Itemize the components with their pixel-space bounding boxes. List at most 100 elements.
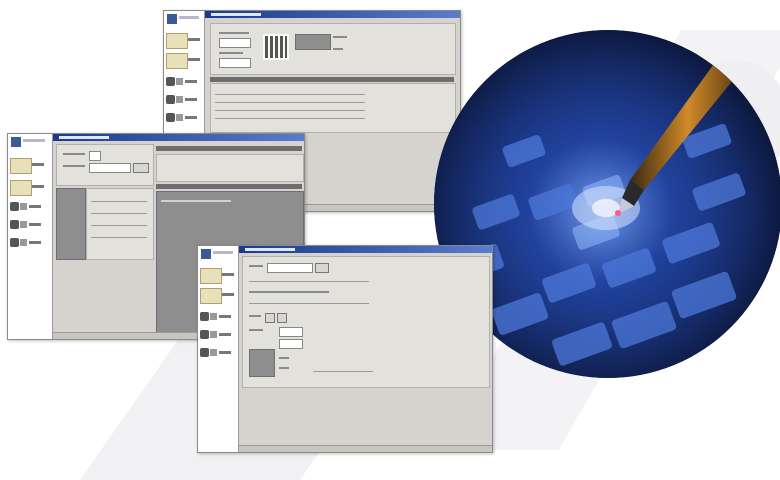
user-icon [200,330,209,339]
sidebar-item[interactable] [200,310,236,326]
option-button[interactable] [277,313,287,323]
thumbnail-icon [10,180,32,196]
user-icon [10,220,19,229]
sidebar-item[interactable] [200,268,236,284]
app-logo-text [179,16,199,19]
field-label [333,36,347,38]
sidebar-item-label [185,80,197,83]
sidebar-item[interactable] [200,288,236,304]
sidebar-item[interactable] [200,346,236,362]
sidebar-item[interactable] [10,158,50,174]
document-icon [176,114,183,121]
user-icon [166,77,175,86]
user-icon [166,95,175,104]
divider [313,371,373,372]
sidebar-item[interactable] [166,53,202,69]
status-bar [239,445,492,452]
field-label [249,265,263,267]
divider [249,303,369,304]
sidebar-item-label [185,116,197,119]
sidebar-item-label [185,98,197,101]
field-label [249,315,261,317]
text-field[interactable] [89,163,131,173]
field-label [279,357,289,359]
text-field[interactable] [219,58,251,68]
sidebar-item-label [219,351,231,354]
window-title [59,136,109,139]
user-icon [10,202,19,211]
app-logo-icon [201,249,211,259]
sidebar-item-label [222,273,234,276]
table-panel [210,83,456,133]
app-logo-text [213,251,233,254]
user-icon [166,113,175,122]
user-icon [200,312,209,321]
search-field[interactable] [267,263,313,273]
sidebar-item[interactable] [166,93,202,109]
search-button[interactable] [315,263,329,273]
barcode-image [263,34,289,60]
thumbnail-icon [200,288,222,304]
sidebar-item[interactable] [10,218,50,234]
table-row [215,102,365,103]
field-label [279,367,289,369]
grid-row [91,225,147,226]
sidebar-item[interactable] [166,111,202,127]
user-icon [10,238,19,247]
sidebar-item[interactable] [166,33,202,49]
document-icon [176,96,183,103]
sidebar-item[interactable] [10,200,50,216]
window-title [245,248,295,251]
sidebar-item-label [32,185,44,188]
sidebar-item-label [219,315,231,318]
sidebar-item[interactable] [166,75,202,91]
sidebar-item-label [29,205,41,208]
thumbnail-icon [166,53,188,69]
form-panel [210,23,456,75]
content-text [161,200,231,202]
sidebar-item[interactable] [200,328,236,344]
form-panel [56,144,154,186]
title-bar [205,11,460,18]
app-logo-text [23,139,45,142]
option-button[interactable] [265,313,275,323]
field-label [219,52,243,54]
text-field[interactable] [279,339,303,349]
form-panel [242,256,490,388]
text-field[interactable] [219,38,251,48]
sidebar-item-label [29,223,41,226]
sidebar-item-label [219,333,231,336]
table-row [215,118,365,119]
document-icon [20,239,27,246]
sidebar-item-label [32,163,44,166]
bottom-window [197,245,493,453]
section-header [210,77,454,82]
grid-row [91,201,147,202]
text-field[interactable] [279,327,303,337]
sidebar-item-label [29,241,41,244]
sidebar [198,246,239,452]
browse-button[interactable] [133,163,149,173]
sidebar-item[interactable] [10,236,50,252]
title-bar [53,134,304,141]
field-label [249,329,263,331]
sidebar-item[interactable] [10,180,50,196]
field-label [219,32,249,34]
side-panel [56,188,86,260]
document-icon [20,203,27,210]
sidebar-item-label [188,38,200,41]
preview-box [295,34,331,50]
document-icon [20,221,27,228]
field-label [63,153,85,155]
grid-panel [86,188,154,260]
description-text [249,291,329,293]
section-header [156,184,302,189]
document-icon [210,349,217,356]
text-field[interactable] [89,151,101,161]
section-header [156,146,302,151]
divider [249,281,369,282]
field-label [63,165,85,167]
field-label [333,48,343,50]
thumbnail-icon [166,33,188,49]
user-icon [200,348,209,357]
